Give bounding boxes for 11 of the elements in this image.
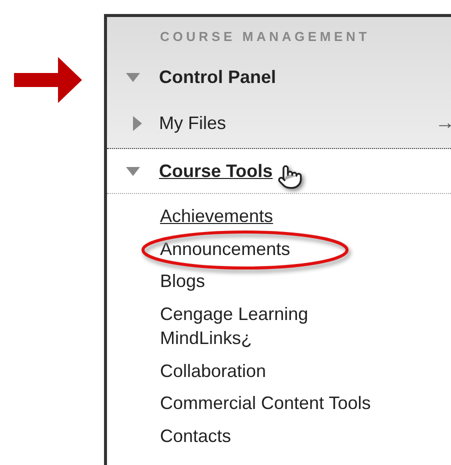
- menu-link[interactable]: Cengage Learning MindLinks¿: [160, 302, 390, 350]
- menu-heading[interactable]: Course Tools: [159, 160, 273, 182]
- section-title: COURSE MANAGEMENT: [159, 28, 371, 46]
- menu-link[interactable]: Collaboration: [160, 358, 266, 383]
- menu-link[interactable]: Achievements: [160, 204, 274, 228]
- menu-item[interactable]: My Files: [159, 112, 226, 134]
- link-arrow[interactable]: →: [435, 112, 451, 134]
- menu-link[interactable]: Commercial Content Tools: [160, 391, 371, 416]
- menu-heading[interactable]: Control Panel: [159, 66, 276, 88]
- menu-link[interactable]: Contacts: [160, 424, 232, 448]
- menu-link[interactable]: Blogs: [160, 269, 206, 294]
